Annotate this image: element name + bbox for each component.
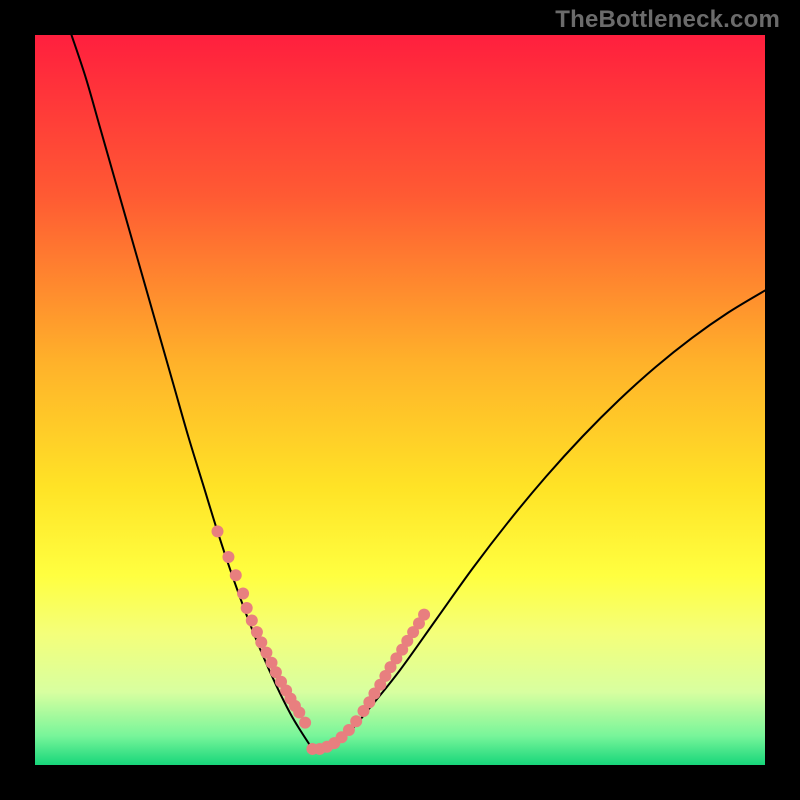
marker-dot xyxy=(299,717,311,729)
marker-dot xyxy=(241,602,253,614)
marker-dot xyxy=(212,525,224,537)
marker-dot xyxy=(418,609,430,621)
marker-dot xyxy=(251,626,263,638)
chart-frame: TheBottleneck.com xyxy=(0,0,800,800)
marker-dot xyxy=(222,551,234,563)
marker-dot xyxy=(246,614,258,626)
watermark-label: TheBottleneck.com xyxy=(555,6,780,34)
marker-dot xyxy=(255,636,267,648)
bottleneck-chart xyxy=(35,35,765,765)
marker-dot xyxy=(350,715,362,727)
marker-dot xyxy=(237,587,249,599)
marker-dot xyxy=(260,647,272,659)
marker-dot xyxy=(293,706,305,718)
marker-dot xyxy=(230,569,242,581)
